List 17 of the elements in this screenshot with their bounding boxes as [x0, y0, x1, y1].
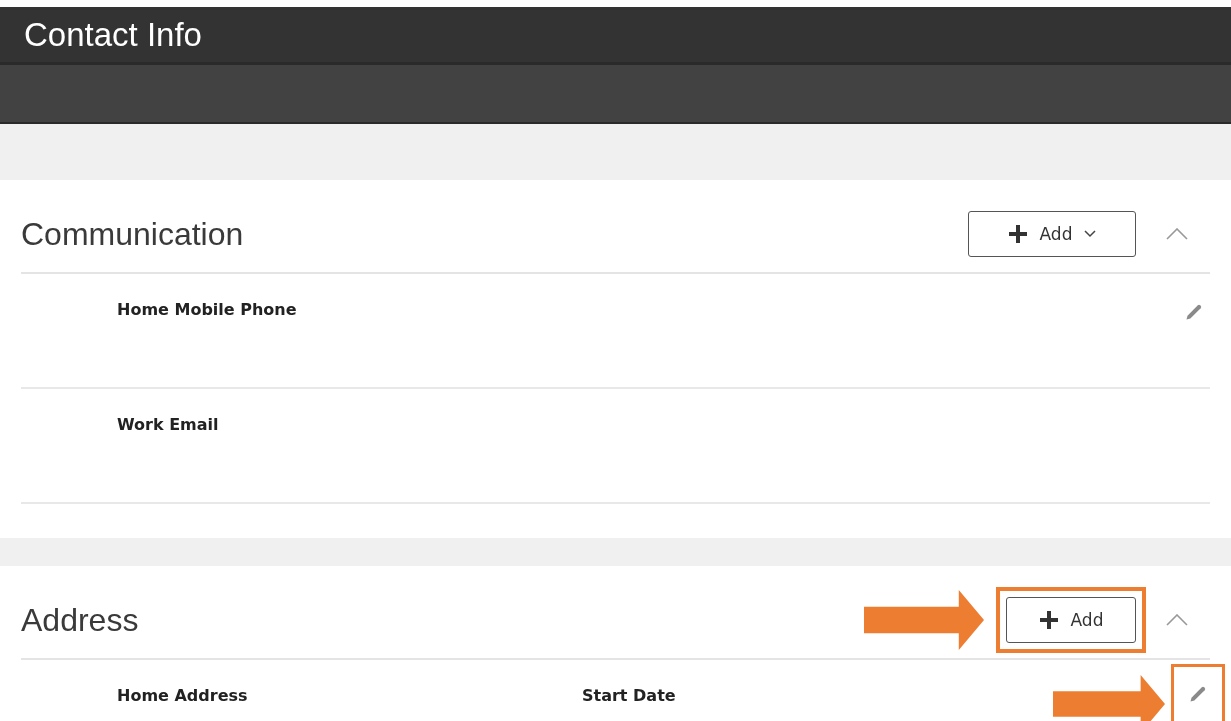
page-title: Contact Info	[24, 15, 202, 54]
add-button[interactable]: Add	[1006, 597, 1136, 643]
edit-icon	[1188, 684, 1208, 704]
row-label: Home Address	[117, 686, 249, 705]
collapse-icon[interactable]	[1166, 228, 1188, 240]
plus-icon	[1007, 224, 1028, 244]
caret-icon	[1084, 230, 1097, 238]
collapse-icon[interactable]	[1166, 614, 1188, 626]
row-label: Start Date	[582, 686, 676, 705]
edit-icon	[1184, 302, 1204, 322]
row-label: Home Mobile Phone	[117, 300, 297, 319]
add-button[interactable]: Add	[968, 211, 1136, 257]
edit-button[interactable]	[1171, 664, 1225, 721]
plus-icon	[1038, 610, 1059, 630]
section-title: Address	[21, 600, 139, 639]
section-title: Communication	[21, 214, 244, 253]
row-label: Work Email	[117, 415, 219, 434]
